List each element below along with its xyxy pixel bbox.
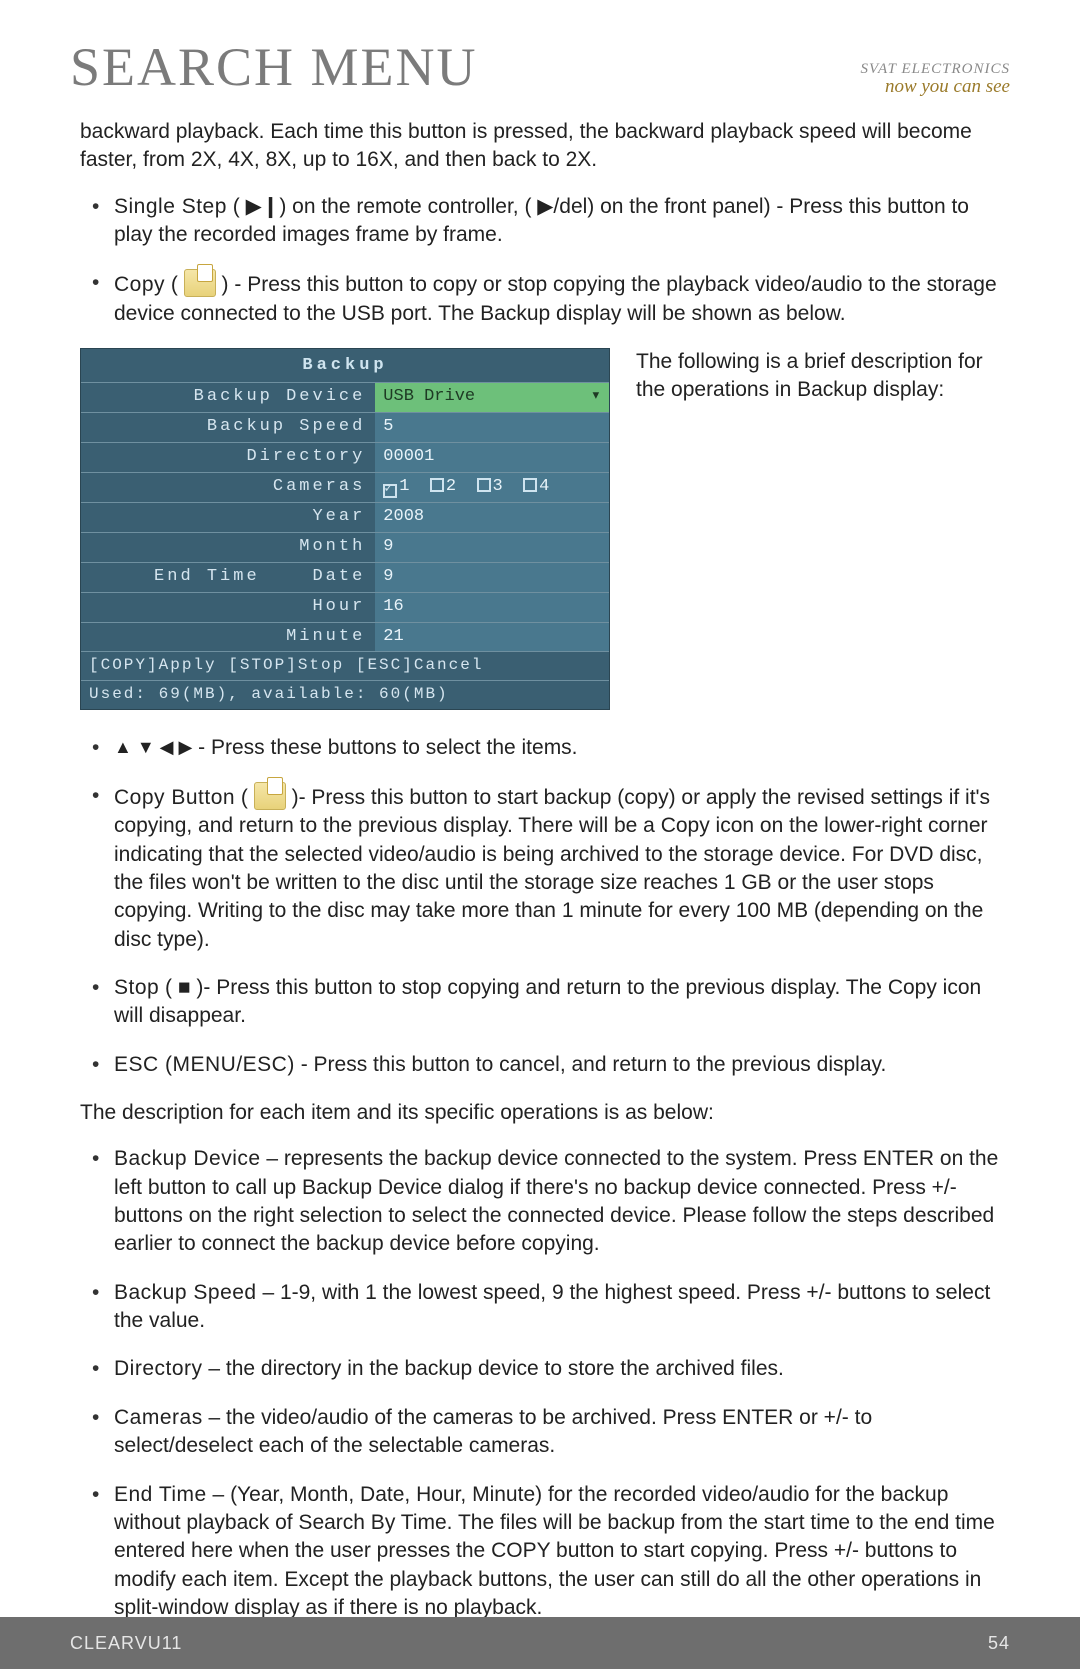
term-copy: Copy — [114, 273, 165, 296]
term-copy-button: Copy Button — [114, 786, 235, 809]
row-hour-value: 16 — [375, 592, 609, 622]
backup-screenshot: Backup Backup Device USB Drive ▾ Backup … — [80, 348, 610, 710]
row-speed-label: Backup Speed — [81, 412, 375, 442]
intro-paragraph: backward playback. Each time this button… — [80, 118, 1000, 175]
page-header: SEARCH MENU SVAT ELECTRONICS now you can… — [70, 36, 1010, 98]
bullet-esc: ESC (MENU/ESC) - Press this button to ca… — [102, 1051, 1000, 1079]
text-stop: ( ■ )- Press this button to stop copying… — [114, 976, 981, 1027]
page-footer: CLEARVU11 54 — [0, 1617, 1080, 1669]
brand-tagline: now you can see — [861, 76, 1011, 98]
bullet-copy: Copy ( ) - Press this button to copy or … — [102, 269, 1000, 328]
checkbox-cam1 — [383, 484, 397, 498]
bullet-list-1: Single Step ( ▶❙) on the remote controll… — [80, 193, 1000, 328]
brand-block: SVAT ELECTRONICS now you can see — [861, 61, 1011, 98]
row-device-value: USB Drive ▾ — [375, 383, 609, 413]
row-device-label: Backup Device — [81, 383, 375, 413]
text-end-time: – (Year, Month, Date, Hour, Minute) for … — [114, 1483, 995, 1619]
side-note: The following is a brief description for… — [636, 348, 1000, 405]
backup-footer-1: [COPY]Apply [STOP]Stop [ESC]Cancel — [81, 651, 609, 680]
term-single-step: Single Step — [114, 195, 227, 218]
bullet-list-3: Backup Device – represents the backup de… — [80, 1145, 1000, 1622]
row-min-value: 21 — [375, 622, 609, 651]
bullet-arrows: ▲ ▼ ◀ ▶ - Press these buttons to select … — [102, 734, 1000, 762]
row-date-value: 9 — [375, 562, 609, 592]
text-directory: – the directory in the backup device to … — [203, 1357, 784, 1380]
bullet-backup-speed: Backup Speed – 1-9, with 1 the lowest sp… — [102, 1279, 1000, 1336]
backup-title: Backup — [81, 349, 609, 382]
endtime-label: End Time — [154, 567, 260, 586]
bullet-list-2: ▲ ▼ ◀ ▶ - Press these buttons to select … — [80, 734, 1000, 1079]
checkbox-cam4 — [523, 478, 537, 492]
bullet-single-step: Single Step ( ▶❙) on the remote controll… — [102, 193, 1000, 250]
row-cameras-value: 1 2 3 4 — [375, 472, 609, 502]
footer-page-number: 54 — [988, 1633, 1010, 1654]
page-title: SEARCH MENU — [70, 36, 478, 98]
footer-product: CLEARVU11 — [70, 1633, 182, 1654]
bullet-cameras: Cameras – the video/audio of the cameras… — [102, 1404, 1000, 1461]
row-year-label: Year — [81, 502, 375, 532]
arrow-icons: ▲ ▼ ◀ ▶ — [114, 737, 192, 757]
bullet-stop: Stop ( ■ )- Press this button to stop co… — [102, 974, 1000, 1031]
term-stop: Stop — [114, 976, 159, 999]
manual-page: SEARCH MENU SVAT ELECTRONICS now you can… — [0, 0, 1080, 1669]
row-min-label: Minute — [81, 622, 375, 651]
checkbox-cam3 — [477, 478, 491, 492]
term-directory: Directory — [114, 1357, 203, 1380]
bullet-copy-button: Copy Button ( )- Press this button to st… — [102, 782, 1000, 954]
text-single-step: ( ▶❙) on the remote controller, ( ▶/del)… — [114, 195, 969, 246]
row-cameras-label: Cameras — [81, 472, 375, 502]
row-dir-value: 00001 — [375, 442, 609, 472]
bullet-end-time: End Time – (Year, Month, Date, Hour, Min… — [102, 1481, 1000, 1623]
desc-heading: The description for each item and its sp… — [80, 1099, 1000, 1127]
bullet-backup-device: Backup Device – represents the backup de… — [102, 1145, 1000, 1258]
term-end-time: End Time — [114, 1483, 207, 1506]
term-backup-device: Backup Device — [114, 1147, 261, 1170]
text-copy: ) - Press this button to copy or stop co… — [114, 273, 997, 324]
copy-icon — [254, 782, 286, 810]
term-backup-speed: Backup Speed — [114, 1281, 257, 1304]
text-copy-button: )- Press this button to start backup (co… — [114, 786, 990, 951]
row-year-value: 2008 — [375, 502, 609, 532]
backup-footer-2: Used: 69(MB), available: 60(MB) — [81, 680, 609, 709]
page-content: backward playback. Each time this button… — [70, 118, 1010, 1622]
term-esc: ESC (MENU/ESC) — [114, 1053, 295, 1076]
row-speed-value: 5 — [375, 412, 609, 442]
row-dir-label: Directory — [81, 442, 375, 472]
bullet-directory: Directory – the directory in the backup … — [102, 1355, 1000, 1383]
term-cameras: Cameras — [114, 1406, 203, 1429]
row-month-label: Month — [81, 532, 375, 562]
text-arrows: - Press these buttons to select the item… — [198, 736, 577, 759]
checkbox-cam2 — [430, 478, 444, 492]
backup-table: Backup Device USB Drive ▾ Backup Speed 5… — [81, 382, 609, 651]
copy-icon — [184, 269, 216, 297]
text-esc: - Press this button to cancel, and retur… — [295, 1053, 886, 1076]
row-hour-label: Hour — [81, 592, 375, 622]
row-month-value: 9 — [375, 532, 609, 562]
text-cameras: – the video/audio of the cameras to be a… — [114, 1406, 872, 1457]
row-endtime-date: End Time Date — [81, 562, 375, 592]
screenshot-row: Backup Backup Device USB Drive ▾ Backup … — [80, 348, 1000, 710]
